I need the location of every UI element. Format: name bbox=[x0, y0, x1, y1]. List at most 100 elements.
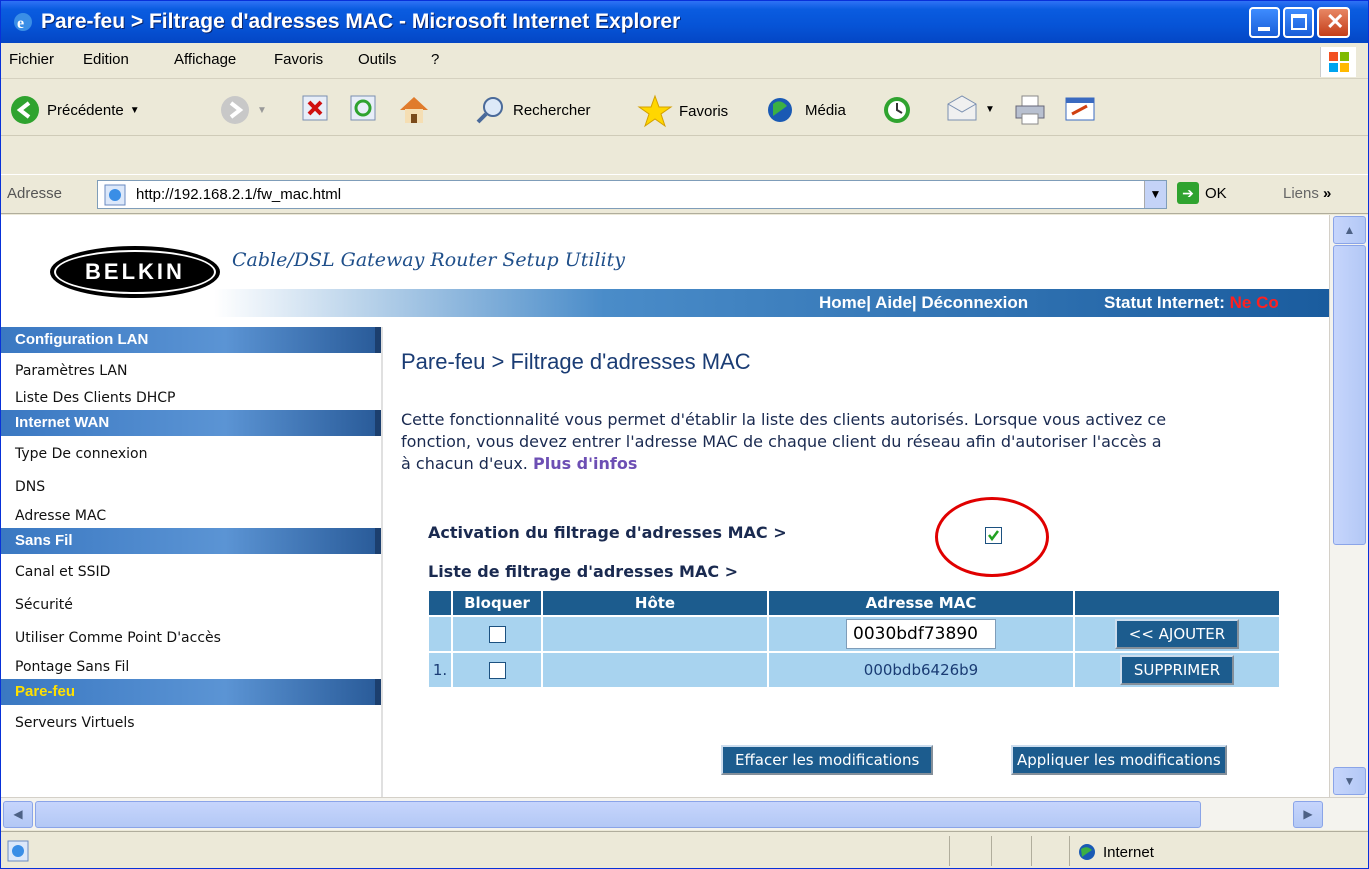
table-header-host: Hôte bbox=[541, 589, 769, 617]
address-url: http://192.168.2.1/fw_mac.html bbox=[136, 186, 342, 203]
address-input[interactable]: http://192.168.2.1/fw_mac.html ▼ bbox=[97, 180, 1167, 209]
menu-affichage[interactable]: Affichage bbox=[174, 51, 236, 68]
sidebar-item-dns[interactable]: DNS bbox=[1, 469, 381, 502]
scroll-down-icon[interactable]: ▼ bbox=[1333, 767, 1366, 795]
clear-changes-button[interactable]: Effacer les modifications bbox=[721, 745, 934, 775]
go-arrow-icon: ➔ bbox=[1177, 182, 1199, 204]
header-links[interactable]: Home| Aide| Déconnexion bbox=[819, 293, 1028, 313]
close-button[interactable]: ✕ bbox=[1317, 7, 1350, 38]
stop-icon bbox=[302, 95, 328, 121]
scroll-right-icon[interactable]: ▶ bbox=[1293, 801, 1323, 828]
star-icon bbox=[637, 94, 673, 128]
mail-icon bbox=[947, 95, 977, 121]
printer-icon bbox=[1015, 95, 1045, 125]
sidebar-item-access-point[interactable]: Utiliser Comme Point D'accès bbox=[1, 620, 381, 653]
router-header: BELKIN Cable/DSL Gateway Router Setup Ut… bbox=[1, 215, 1329, 317]
favorites-button[interactable]: Favoris bbox=[637, 94, 728, 128]
history-icon bbox=[884, 97, 910, 123]
sidebar-nav: Configuration LAN Paramètres LAN Liste D… bbox=[1, 327, 381, 797]
mac-address-input[interactable]: 0030bdf73890 bbox=[846, 619, 996, 649]
edit-button[interactable] bbox=[1063, 94, 1097, 124]
belkin-logo: BELKIN bbox=[50, 246, 220, 298]
home-icon bbox=[400, 97, 428, 123]
internet-status-value: Ne Co bbox=[1229, 293, 1279, 312]
home-button[interactable] bbox=[397, 94, 431, 126]
sidebar-section-firewall[interactable]: Pare-feu bbox=[1, 679, 381, 705]
table-row: 1. 000bdb6426b9 SUPPRIMER bbox=[427, 651, 1281, 689]
browser-window: e Pare-feu > Filtrage d'adresses MAC - M… bbox=[0, 0, 1369, 869]
block-checkbox[interactable] bbox=[488, 661, 506, 679]
scroll-up-icon[interactable]: ▲ bbox=[1333, 216, 1366, 244]
stop-button[interactable] bbox=[301, 94, 329, 122]
horizontal-scroll-thumb[interactable] bbox=[35, 801, 1201, 828]
forward-button[interactable]: ▼ bbox=[219, 94, 267, 126]
security-zone: Internet bbox=[1077, 842, 1154, 862]
table-header-num bbox=[427, 589, 453, 617]
menu-edition[interactable]: Edition bbox=[83, 51, 129, 68]
edit-page-icon bbox=[1065, 97, 1095, 121]
svg-text:e: e bbox=[17, 15, 24, 32]
vertical-scrollbar[interactable]: ▲ ▼ bbox=[1329, 215, 1368, 797]
more-info-link[interactable]: Plus d'infos bbox=[533, 454, 637, 473]
block-checkbox-new[interactable] bbox=[488, 625, 506, 643]
standard-toolbar: Précédente▼ ▼ Rechercher Favoris Média bbox=[1, 80, 1368, 174]
page-content: BELKIN Cable/DSL Gateway Router Setup Ut… bbox=[1, 215, 1329, 797]
forward-arrow-icon bbox=[221, 96, 249, 124]
sidebar-item-channel-ssid[interactable]: Canal et SSID bbox=[1, 554, 381, 587]
media-button[interactable]: Média bbox=[765, 94, 846, 126]
globe-icon bbox=[1079, 844, 1095, 860]
minimize-button[interactable] bbox=[1249, 7, 1280, 38]
table-header-mac: Adresse MAC bbox=[767, 589, 1075, 617]
enable-filter-label: Activation du filtrage d'adresses MAC > bbox=[428, 523, 787, 542]
scroll-left-icon[interactable]: ◀ bbox=[3, 801, 33, 828]
main-panel: Pare-feu > Filtrage d'adresses MAC Cette… bbox=[381, 327, 1329, 797]
address-label: Adresse bbox=[7, 185, 63, 202]
page-status-icon bbox=[7, 840, 29, 862]
address-dropdown-icon[interactable]: ▼ bbox=[1144, 181, 1166, 208]
search-icon bbox=[476, 97, 503, 124]
filter-list-label: Liste de filtrage d'adresses MAC > bbox=[428, 562, 739, 581]
sidebar-item-connection-type[interactable]: Type De connexion bbox=[1, 436, 381, 469]
search-button[interactable]: Rechercher bbox=[475, 94, 591, 126]
sidebar-item-dhcp-clients[interactable]: Liste Des Clients DHCP bbox=[1, 386, 381, 410]
links-toolbar[interactable]: Liens » bbox=[1283, 185, 1331, 202]
history-button[interactable] bbox=[881, 94, 913, 126]
add-button[interactable]: << AJOUTER bbox=[1114, 619, 1240, 649]
delete-button[interactable]: SUPPRIMER bbox=[1119, 655, 1235, 685]
internet-status: Statut Internet: Ne Co bbox=[1104, 293, 1279, 312]
host-cell-new bbox=[541, 615, 769, 653]
maximize-button[interactable] bbox=[1283, 7, 1314, 38]
address-bar: Adresse http://192.168.2.1/fw_mac.html ▼… bbox=[1, 174, 1368, 214]
sidebar-item-virtual-servers[interactable]: Serveurs Virtuels bbox=[1, 705, 381, 738]
menu-outils[interactable]: Outils bbox=[358, 51, 396, 68]
menu-bar: Fichier Edition Affichage Favoris Outils… bbox=[1, 43, 1368, 79]
menu-help[interactable]: ? bbox=[431, 51, 439, 68]
sidebar-item-wireless-bridge[interactable]: Pontage Sans Fil bbox=[1, 653, 381, 679]
table-row-new: 0030bdf73890 << AJOUTER bbox=[427, 615, 1281, 653]
status-bar: Internet bbox=[1, 831, 1368, 868]
menu-favoris[interactable]: Favoris bbox=[274, 51, 323, 68]
table-header-action bbox=[1073, 589, 1281, 617]
go-button[interactable]: ➔ OK bbox=[1177, 182, 1227, 204]
horizontal-scrollbar[interactable]: ◀ ▶ bbox=[1, 797, 1368, 830]
menu-fichier[interactable]: Fichier bbox=[9, 51, 54, 68]
print-button[interactable] bbox=[1013, 94, 1047, 126]
title-bar: e Pare-feu > Filtrage d'adresses MAC - M… bbox=[1, 1, 1368, 43]
refresh-button[interactable] bbox=[349, 94, 377, 122]
back-button[interactable]: Précédente ▼ bbox=[9, 94, 140, 126]
mail-button[interactable]: ▼ bbox=[945, 94, 995, 124]
header-nav-bar: Home| Aide| Déconnexion Statut Internet:… bbox=[214, 289, 1329, 317]
sidebar-item-security[interactable]: Sécurité bbox=[1, 587, 381, 620]
sidebar-item-parametres-lan[interactable]: Paramètres LAN bbox=[1, 353, 381, 386]
media-icon bbox=[768, 98, 792, 122]
header-subtitle: Cable/DSL Gateway Router Setup Utility bbox=[232, 249, 625, 271]
apply-changes-button[interactable]: Appliquer les modifications bbox=[1011, 745, 1227, 775]
mac-filter-table: Bloquer Hôte Adresse MAC 0030bdf73890 <<… bbox=[427, 589, 1281, 689]
page-ie-icon bbox=[104, 184, 126, 206]
table-header-block: Bloquer bbox=[451, 589, 543, 617]
page-description: Cette fonctionnalité vous permet d'établ… bbox=[401, 410, 1167, 473]
refresh-icon bbox=[350, 95, 376, 121]
sidebar-item-mac-address[interactable]: Adresse MAC bbox=[1, 502, 381, 528]
scroll-thumb[interactable] bbox=[1333, 245, 1366, 545]
page-title: Pare-feu > Filtrage d'adresses MAC bbox=[401, 349, 751, 374]
